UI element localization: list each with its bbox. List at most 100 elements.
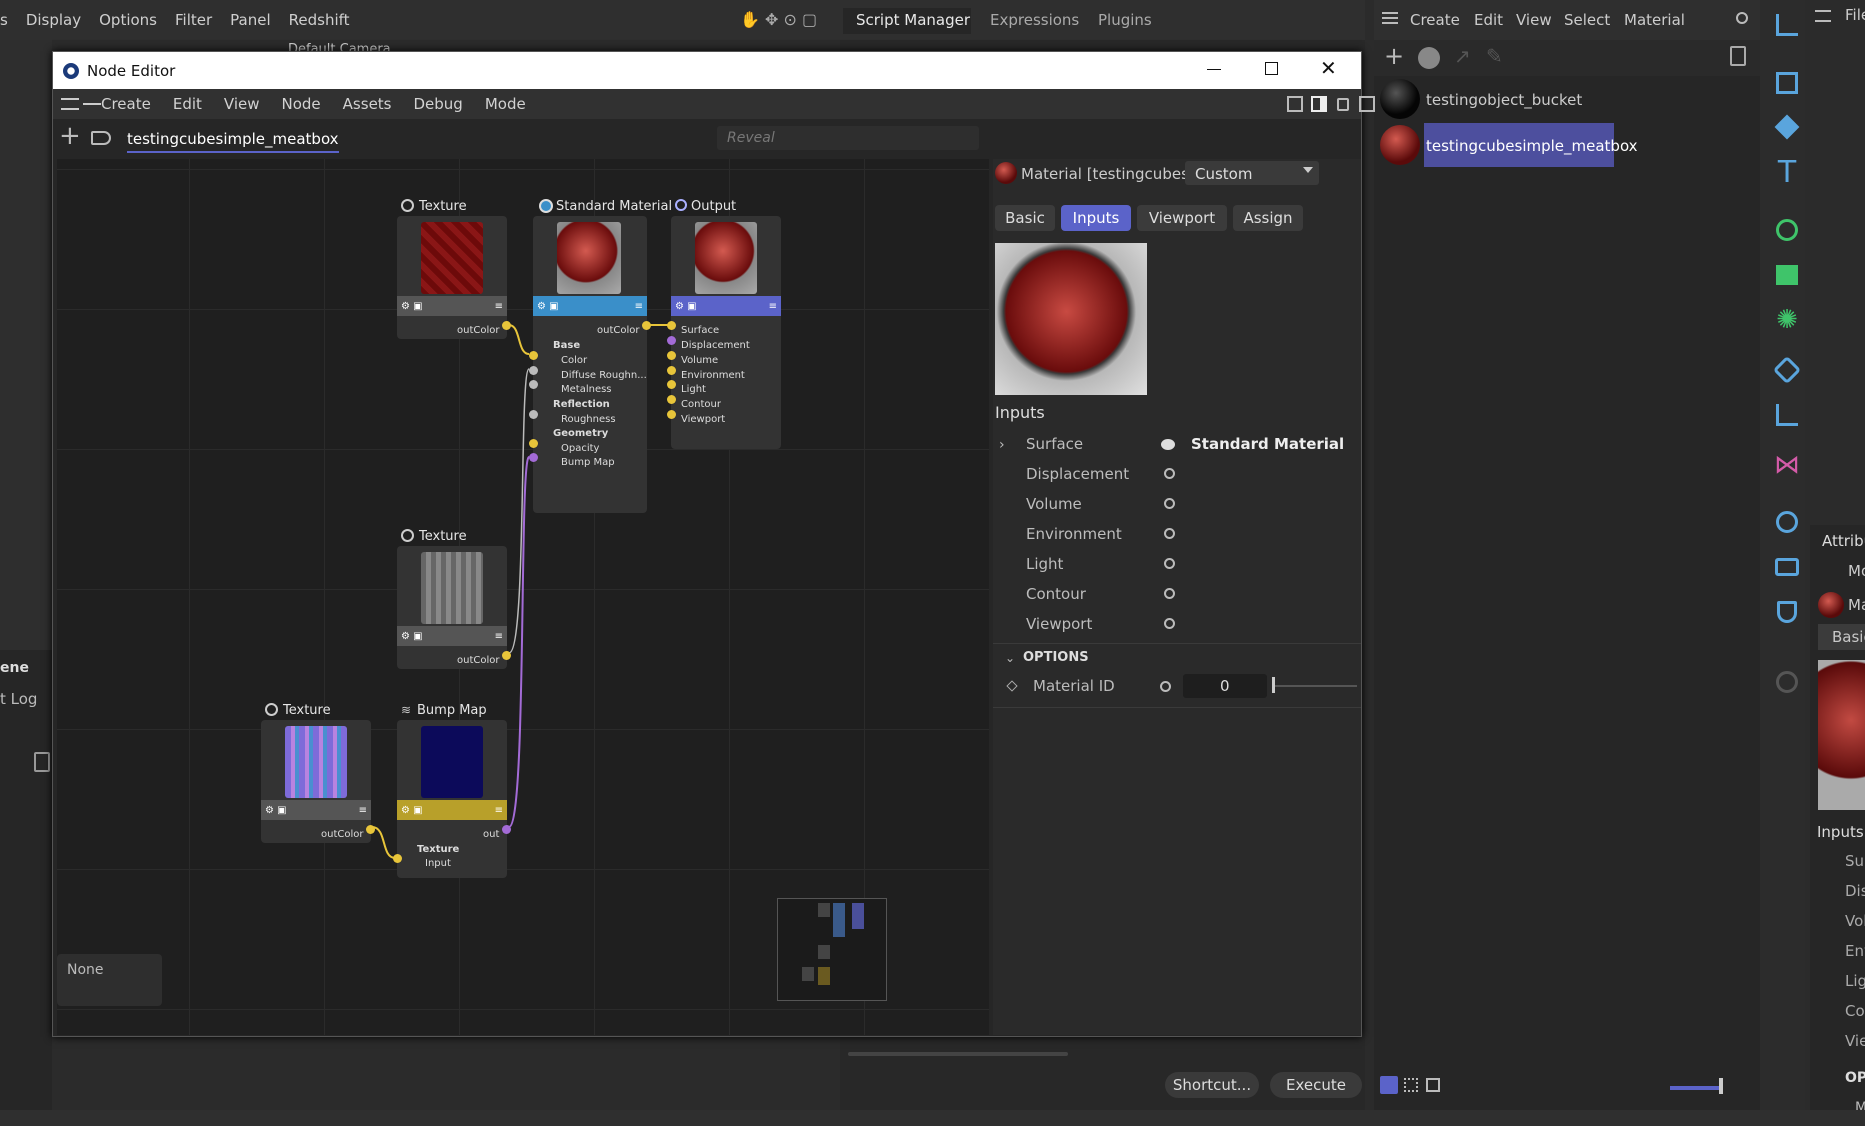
- mm-bottom-view-icons[interactable]: [1380, 1076, 1450, 1096]
- menu-display[interactable]: Display: [26, 11, 81, 29]
- output-port[interactable]: [502, 651, 511, 660]
- tab-script-manager[interactable]: Script Manager: [843, 8, 971, 34]
- attr-row[interactable]: Co: [1845, 1002, 1865, 1020]
- texture-node[interactable]: ⚙ ▣ ≡ outColor: [261, 720, 375, 843]
- menu-create[interactable]: Create: [101, 95, 151, 113]
- keyframe-diamond-icon[interactable]: [1006, 680, 1018, 692]
- port-circle-icon[interactable]: [1164, 468, 1175, 479]
- move-tool-icon[interactable]: [1770, 8, 1804, 42]
- viewport-nav-icons[interactable]: ✋ ✥ ⊙ ▢: [740, 10, 835, 32]
- material-id-slider[interactable]: [1273, 685, 1357, 687]
- connected-port-icon[interactable]: [1161, 439, 1175, 450]
- chevron-down-icon[interactable]: ⌄: [1005, 651, 1015, 665]
- execute-button[interactable]: Execute: [1270, 1072, 1362, 1098]
- attr-options-heading[interactable]: OP: [1845, 1070, 1865, 1086]
- input-port[interactable]: [529, 380, 538, 389]
- mm-menu-select[interactable]: Select: [1564, 11, 1610, 29]
- mm-zoom-knob[interactable]: [1719, 1078, 1723, 1094]
- scene-label[interactable]: ene: [0, 660, 29, 676]
- tab-assign[interactable]: Assign: [1233, 205, 1303, 231]
- input-port[interactable]: [667, 395, 676, 404]
- cube-icon[interactable]: [1770, 110, 1804, 144]
- node-title[interactable]: Texture: [419, 199, 467, 214]
- lock-icon[interactable]: [1337, 98, 1349, 111]
- input-port[interactable]: [529, 410, 538, 419]
- node-title[interactable]: Standard Material: [556, 199, 672, 214]
- gear-icon[interactable]: ✺: [1770, 303, 1804, 337]
- tab-basic[interactable]: Basic: [995, 205, 1055, 231]
- output-port[interactable]: [642, 321, 651, 330]
- hamburger-icon[interactable]: [61, 98, 101, 110]
- shortcut-button[interactable]: Shortcut...: [1165, 1072, 1259, 1098]
- add-tab-icon[interactable]: +: [59, 121, 81, 151]
- tab-inputs[interactable]: Inputs: [1061, 205, 1131, 231]
- port-circle-icon[interactable]: [1160, 681, 1171, 692]
- menu-options[interactable]: Options: [99, 11, 157, 29]
- node-title[interactable]: Output: [691, 199, 736, 214]
- node-title[interactable]: Texture: [283, 703, 331, 718]
- output-port[interactable]: [366, 825, 375, 834]
- mm-menu-material[interactable]: Material: [1624, 11, 1685, 29]
- mm-menu-edit[interactable]: Edit: [1474, 11, 1503, 29]
- port-circle-icon[interactable]: [1164, 528, 1175, 539]
- material-item-selected[interactable]: testingcubesimple_meatbox: [1374, 122, 1638, 168]
- spline-icon[interactable]: [1770, 213, 1804, 247]
- attributes-title[interactable]: Attribu: [1822, 532, 1865, 550]
- output-port[interactable]: [502, 825, 511, 834]
- group-label[interactable]: Geometry: [553, 428, 608, 439]
- menu-edit[interactable]: Edit: [173, 95, 202, 113]
- graph-tab[interactable]: testingcubesimple_meatbox: [127, 130, 339, 153]
- menu-node[interactable]: Node: [282, 95, 321, 113]
- attr-row[interactable]: Vol: [1845, 912, 1865, 930]
- hamburger-icon[interactable]: [1382, 12, 1398, 24]
- menu-filter[interactable]: Filter: [175, 11, 212, 29]
- output-node[interactable]: ⚙ ▣ ≡ Surface Displacement Volume Environ…: [667, 216, 781, 449]
- port-circle-icon[interactable]: [1164, 558, 1175, 569]
- menu-debug[interactable]: Debug: [414, 95, 463, 113]
- pen-icon[interactable]: ✎: [1486, 44, 1503, 68]
- attr-mode-label[interactable]: Mo: [1848, 562, 1865, 580]
- attr-row[interactable]: Lig: [1845, 972, 1865, 990]
- options-heading[interactable]: OPTIONS: [1023, 650, 1089, 665]
- input-port[interactable]: [529, 439, 538, 448]
- field-icon[interactable]: ⋈: [1770, 448, 1804, 482]
- layout-icon[interactable]: [1287, 96, 1303, 112]
- light-icon[interactable]: [1770, 595, 1804, 629]
- cube-outline-icon[interactable]: [1770, 66, 1804, 100]
- port-circle-icon[interactable]: [1164, 618, 1175, 629]
- input-displacement[interactable]: Displacement: [1026, 465, 1129, 483]
- input-surface[interactable]: Surface: [1026, 435, 1083, 453]
- input-volume[interactable]: Volume: [1026, 495, 1082, 513]
- bump-map-node[interactable]: ⚙ ▣ ≡ out Texture Input: [393, 720, 511, 878]
- text-icon[interactable]: T: [1770, 155, 1804, 190]
- standard-material-node[interactable]: ⚙ ▣ ≡ outColor Base Color Diffuse Roughn.…: [529, 216, 651, 513]
- menu-mode[interactable]: Mode: [485, 95, 526, 113]
- file-menu-icon[interactable]: [1815, 10, 1831, 22]
- maximize-icon[interactable]: [1265, 62, 1278, 75]
- input-port[interactable]: [667, 410, 676, 419]
- menu-assets[interactable]: Assets: [343, 95, 392, 113]
- undock-icon[interactable]: [1359, 96, 1375, 112]
- input-port[interactable]: [667, 380, 676, 389]
- arrow-icon[interactable]: ↗: [1454, 44, 1471, 68]
- document-icon[interactable]: [34, 752, 50, 772]
- menu-panel[interactable]: Panel: [230, 11, 270, 29]
- close-icon[interactable]: ✕: [1320, 56, 1337, 80]
- script-scrollbar[interactable]: [848, 1052, 1068, 1056]
- texture-node[interactable]: ⚙ ▣ ≡ outColor: [397, 546, 511, 669]
- tab-viewport[interactable]: Viewport: [1137, 205, 1227, 231]
- group-label[interactable]: Reflection: [553, 399, 610, 410]
- input-light[interactable]: Light: [1026, 555, 1063, 573]
- attr-basic-tab[interactable]: Basic: [1818, 624, 1865, 650]
- attr-row[interactable]: Env: [1845, 942, 1865, 960]
- node-editor-titlebar[interactable]: Node Editor ✕: [53, 52, 1361, 89]
- transform-icon[interactable]: [1770, 398, 1804, 432]
- log-label[interactable]: t Log: [0, 690, 37, 708]
- node-graph-canvas[interactable]: Texture ⚙ ▣ ≡ outColor Standard Material …: [57, 159, 989, 1035]
- output-port[interactable]: [502, 321, 511, 330]
- input-port[interactable]: [667, 351, 676, 360]
- group-label[interactable]: Texture: [417, 844, 459, 855]
- deformer-icon[interactable]: [1770, 353, 1804, 387]
- split-icon[interactable]: [1311, 96, 1327, 112]
- file-menu[interactable]: File: [1845, 6, 1865, 24]
